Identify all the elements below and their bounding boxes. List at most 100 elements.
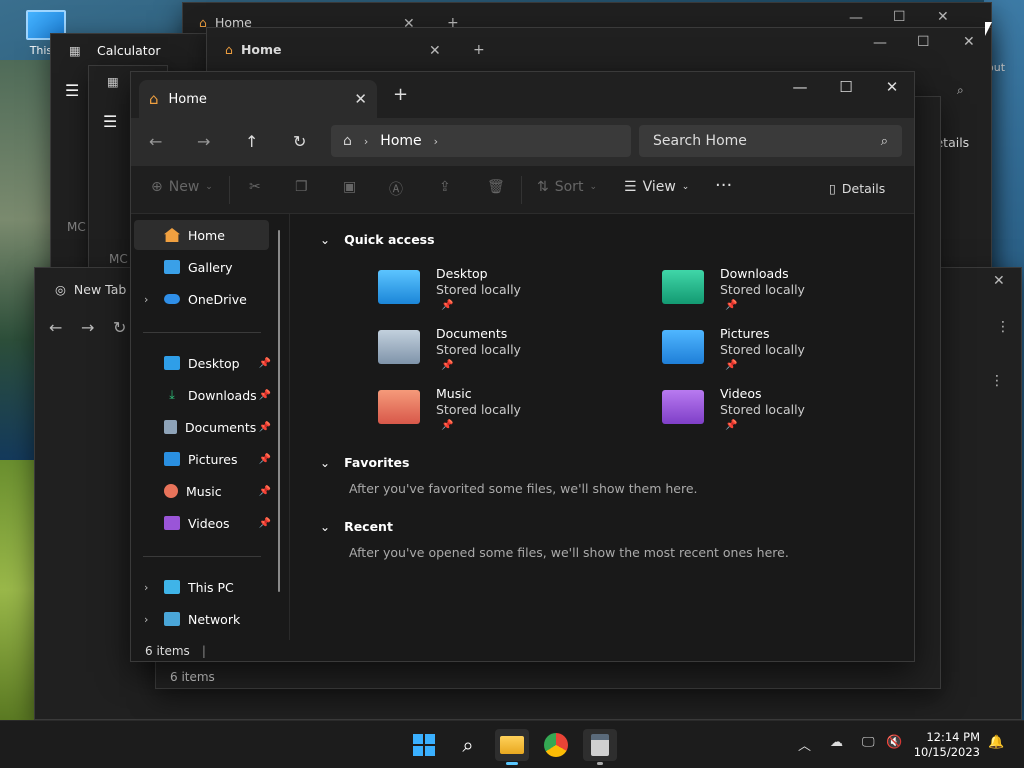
maximize-icon[interactable]: ☐ bbox=[917, 35, 930, 49]
mouse-cursor bbox=[985, 22, 992, 36]
tile-sub: Stored locally bbox=[720, 402, 805, 417]
close-icon[interactable]: ✕ bbox=[869, 78, 915, 96]
hamburger-icon[interactable]: ☰ bbox=[65, 81, 79, 100]
minimize-icon[interactable]: — bbox=[849, 11, 863, 25]
sidebar-item-this-pc[interactable]: › This PC bbox=[134, 572, 269, 602]
taskbar-chrome[interactable] bbox=[539, 729, 573, 761]
view-button[interactable]: ☰ View ⌄ bbox=[624, 179, 689, 195]
breadcrumb-home[interactable]: Home bbox=[380, 133, 421, 149]
taskbar-file-explorer[interactable] bbox=[495, 729, 529, 765]
share-icon[interactable]: ⇪ bbox=[439, 179, 451, 195]
forward-icon[interactable]: → bbox=[81, 320, 94, 336]
pin-icon[interactable]: 📌 bbox=[259, 390, 271, 401]
sidebar-scrollbar[interactable] bbox=[278, 230, 280, 592]
delete-icon[interactable]: 🗑 bbox=[487, 179, 505, 195]
chevron-right-icon[interactable]: › bbox=[144, 293, 148, 306]
close-icon[interactable]: ✕ bbox=[993, 274, 1005, 288]
address-bar[interactable]: ⌂ › Home › bbox=[331, 125, 631, 157]
close-icon[interactable]: ✕ bbox=[963, 35, 975, 49]
close-icon[interactable]: ✕ bbox=[937, 10, 949, 24]
details-button[interactable]: ▯ Details bbox=[829, 181, 885, 196]
sidebar-item-downloads[interactable]: ⤓ Downloads 📌 bbox=[134, 380, 271, 410]
quick-access-videos[interactable]: Videos Stored locally 📌 bbox=[662, 386, 912, 442]
sidebar-item-desktop[interactable]: Desktop 📌 bbox=[134, 348, 271, 378]
search-icon[interactable]: ⌕ bbox=[957, 84, 964, 96]
chevron-down-icon[interactable]: ⌄ bbox=[320, 456, 330, 470]
tile-sub: Stored locally bbox=[436, 402, 521, 417]
quick-access-music[interactable]: Music Stored locally 📌 bbox=[378, 386, 628, 442]
calculator-title: Calculator bbox=[97, 43, 161, 58]
refresh-icon[interactable]: ↻ bbox=[293, 132, 306, 151]
section-header-quick-access[interactable]: ⌄ Quick access bbox=[320, 232, 435, 247]
search-box[interactable]: Search Home ⌕ bbox=[639, 125, 902, 157]
new-tab-icon[interactable]: + bbox=[393, 84, 408, 105]
pin-icon[interactable]: 📌 bbox=[259, 454, 271, 465]
chevron-down-icon[interactable]: ⌄ bbox=[320, 520, 330, 534]
taskbar-calculator[interactable] bbox=[583, 729, 617, 765]
file-explorer-window[interactable]: ⌂ Home ✕ + — ☐ ✕ ← → ↑ ↻ ⌂ › Home › Sear… bbox=[130, 71, 915, 662]
sidebar-item-videos[interactable]: Videos 📌 bbox=[134, 508, 271, 538]
onedrive-icon[interactable]: ☁ bbox=[830, 735, 843, 750]
up-icon[interactable]: ↑ bbox=[245, 132, 258, 151]
quick-access-downloads[interactable]: Downloads Stored locally 📌 bbox=[662, 266, 912, 322]
quick-access-documents[interactable]: Documents Stored locally 📌 bbox=[378, 326, 628, 382]
close-tab-icon[interactable]: ✕ bbox=[354, 90, 367, 108]
new-button[interactable]: ⊕ New ⌄ bbox=[151, 179, 213, 195]
chevron-right-icon[interactable]: › bbox=[144, 613, 148, 626]
section-header-recent[interactable]: ⌄ Recent bbox=[320, 519, 393, 534]
sidebar-item-music[interactable]: Music 📌 bbox=[134, 476, 271, 506]
rename-icon[interactable]: Ⓐ bbox=[389, 179, 403, 199]
item-count: 6 items bbox=[145, 644, 190, 658]
memory-clear-button[interactable]: MC bbox=[67, 220, 86, 234]
search-button[interactable]: ⌕ bbox=[451, 729, 485, 761]
notifications-icon[interactable]: 🔔 bbox=[988, 735, 1004, 750]
memory-clear-button[interactable]: MC bbox=[109, 252, 128, 266]
more-options-icon[interactable]: ··· bbox=[715, 175, 732, 196]
maximize-icon[interactable]: ☐ bbox=[893, 10, 906, 24]
paste-icon[interactable]: ▣ bbox=[343, 179, 356, 195]
back-icon[interactable]: ← bbox=[149, 132, 162, 151]
chevron-right-icon[interactable]: › bbox=[144, 581, 148, 594]
forward-icon[interactable]: → bbox=[197, 132, 210, 151]
volume-icon[interactable]: 🔇 bbox=[886, 735, 902, 750]
copy-icon[interactable]: ❐ bbox=[295, 179, 308, 195]
sidebar-item-label: Desktop bbox=[188, 355, 240, 371]
sidebar-item-onedrive[interactable]: › OneDrive bbox=[134, 284, 269, 314]
sidebar-item-gallery[interactable]: Gallery bbox=[134, 252, 269, 282]
section-header-favorites[interactable]: ⌄ Favorites bbox=[320, 455, 409, 470]
sidebar-item-home[interactable]: Home bbox=[134, 220, 269, 250]
show-hidden-icons[interactable]: ︿ bbox=[798, 735, 811, 754]
sidebar-item-label: Videos bbox=[188, 515, 230, 531]
more-icon[interactable]: ⋮ bbox=[996, 320, 1010, 334]
clock[interactable]: 12:14 PM 10/15/2023 bbox=[914, 730, 980, 760]
maximize-icon[interactable]: ☐ bbox=[823, 78, 869, 96]
chevron-down-icon[interactable]: ⌄ bbox=[320, 233, 330, 247]
sidebar-item-documents[interactable]: Documents 📌 bbox=[134, 412, 271, 442]
sidebar-item-pictures[interactable]: Pictures 📌 bbox=[134, 444, 271, 474]
back-icon[interactable]: ← bbox=[49, 320, 62, 336]
sort-button[interactable]: ⇅ Sort ⌄ bbox=[537, 179, 597, 195]
pin-icon[interactable]: 📌 bbox=[259, 518, 271, 529]
reload-icon[interactable]: ↻ bbox=[113, 320, 126, 336]
close-icon[interactable]: ✕ bbox=[429, 44, 441, 58]
pin-icon[interactable]: 📌 bbox=[259, 486, 271, 497]
start-button[interactable] bbox=[407, 729, 441, 761]
title-bar[interactable]: ⌂ Home ✕ + — ☐ ✕ bbox=[131, 72, 914, 118]
more-icon[interactable]: ⋮ bbox=[990, 374, 1004, 388]
minimize-icon[interactable]: — bbox=[777, 78, 823, 96]
pin-icon[interactable]: 📌 bbox=[259, 422, 271, 433]
network-icon[interactable]: 🖵 bbox=[862, 735, 875, 750]
chrome-tab[interactable]: ◎ New Tab bbox=[55, 282, 126, 297]
sidebar-item-label: This PC bbox=[188, 579, 234, 595]
bg-tab[interactable]: ⌂ Home bbox=[225, 42, 282, 57]
minimize-icon[interactable]: — bbox=[873, 36, 887, 50]
cut-icon[interactable]: ✂ bbox=[249, 179, 261, 195]
sidebar-item-network[interactable]: › Network bbox=[134, 604, 269, 634]
tab-home[interactable]: ⌂ Home ✕ bbox=[139, 80, 377, 118]
new-tab-icon[interactable]: + bbox=[473, 43, 485, 57]
quick-access-pictures[interactable]: Pictures Stored locally 📌 bbox=[662, 326, 912, 382]
pin-icon[interactable]: 📌 bbox=[259, 358, 271, 369]
hamburger-icon[interactable]: ☰ bbox=[103, 112, 117, 131]
pin-icon: 📌 bbox=[725, 420, 738, 431]
quick-access-desktop[interactable]: Desktop Stored locally 📌 bbox=[378, 266, 628, 322]
